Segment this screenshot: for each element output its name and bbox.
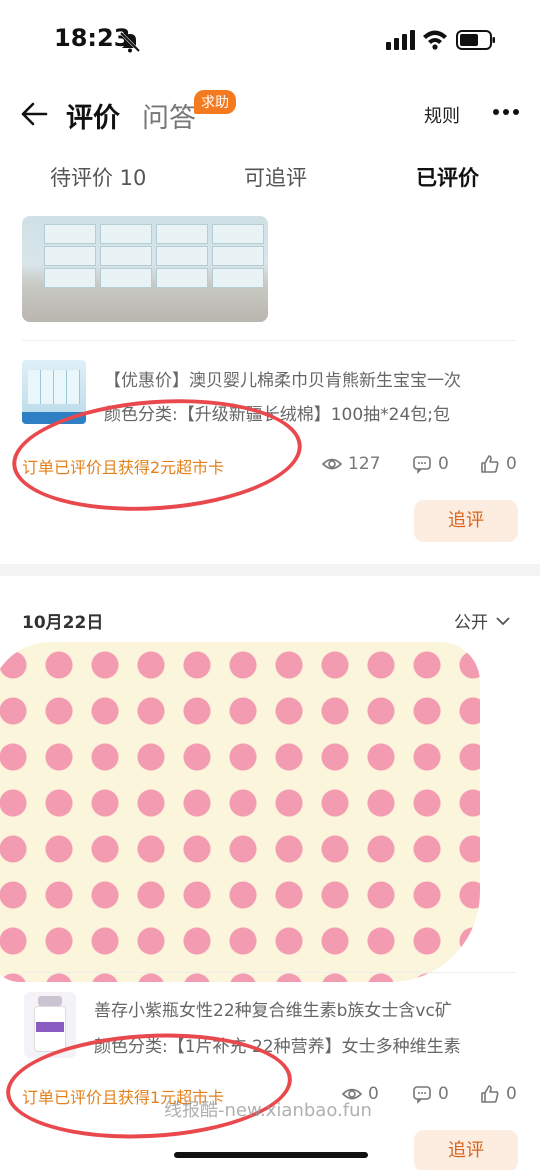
review-tabs: 待评价 10 可追评 已评价: [0, 148, 540, 208]
product-title[interactable]: 善存小紫瓶女性22种复合维生素b族女士含vc矿: [94, 996, 452, 1021]
review-photo[interactable]: [22, 216, 268, 322]
eye-icon: [322, 458, 342, 470]
review-card: 【优惠价】澳贝婴儿棉柔巾贝肯熊新生宝宝一次 颜色分类:【升级新疆长绒棉】100抽…: [0, 210, 540, 564]
review-date: 10月22日: [22, 613, 104, 633]
view-count-value: 0: [368, 1084, 379, 1104]
follow-up-review-button[interactable]: 追评: [414, 500, 518, 542]
like-count-value: 0: [506, 454, 517, 474]
back-arrow-icon[interactable]: [20, 100, 48, 128]
tab-reviewed[interactable]: 已评价: [416, 162, 479, 192]
heart-sticker-overlay: [0, 642, 480, 982]
battery-icon: [456, 30, 495, 50]
like-count[interactable]: 0: [480, 454, 517, 474]
comment-count[interactable]: 0: [412, 454, 449, 474]
tab-pending[interactable]: 待评价 10: [50, 162, 146, 192]
view-count: 0: [342, 1084, 379, 1104]
comment-count-value: 0: [438, 454, 449, 474]
comment-count[interactable]: 0: [412, 1084, 449, 1104]
status-bar: 18:23: [0, 0, 540, 80]
chevron-down-icon: [496, 616, 510, 625]
visibility-label: 公开: [454, 613, 488, 633]
wifi-icon: [423, 30, 447, 50]
bell-muted-icon: [119, 31, 141, 53]
view-count-value: 127: [348, 454, 381, 474]
comment-count-value: 0: [438, 1084, 449, 1104]
review-card: 10月22日 公开 善存小紫瓶女性22种复合维生素b族女士含vc矿 颜色分类:【…: [0, 576, 540, 1170]
thumbs-up-icon: [481, 1085, 499, 1103]
rules-link[interactable]: 规则: [424, 102, 460, 128]
divider: [22, 972, 516, 973]
visibility-selector[interactable]: 公开: [454, 608, 510, 633]
help-badge: 求助: [194, 90, 236, 114]
divider: [22, 340, 516, 341]
view-count: 127: [322, 454, 380, 474]
thumbs-up-icon: [481, 455, 499, 473]
follow-up-review-button[interactable]: 追评: [414, 1130, 518, 1170]
eye-icon: [342, 1088, 362, 1100]
top-nav: 评价 问答 求助 规则: [0, 80, 540, 146]
section-gap: [0, 564, 540, 576]
comment-icon: [413, 1086, 431, 1104]
watermark: 线报酷-new.xianbao.fun: [164, 1100, 372, 1121]
screen: 18:23 评价 问答 求助 规则 待评价 10 可追评 已评价 【优惠价】澳贝…: [0, 0, 540, 1170]
product-title[interactable]: 【优惠价】澳贝婴儿棉柔巾贝肯熊新生宝宝一次: [104, 366, 461, 391]
more-icon[interactable]: [492, 102, 520, 122]
like-count-value: 0: [506, 1084, 517, 1104]
comment-icon: [413, 456, 431, 474]
home-indicator[interactable]: [174, 1152, 368, 1158]
like-count[interactable]: 0: [480, 1084, 517, 1104]
signal-icon: [386, 30, 415, 50]
tab-qa[interactable]: 问答: [142, 96, 196, 135]
tab-reviews[interactable]: 评价: [66, 96, 120, 135]
tab-can-follow-up[interactable]: 可追评: [244, 162, 307, 192]
